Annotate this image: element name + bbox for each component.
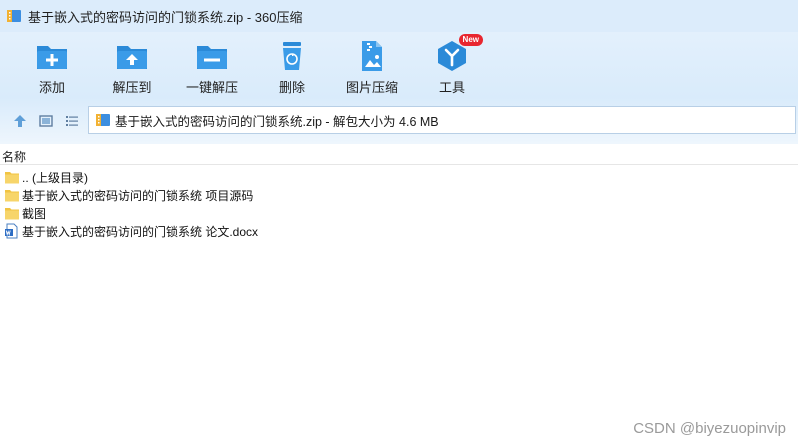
window-title: 基于嵌入式的密码访问的门锁系统.zip - 360压缩: [28, 9, 303, 25]
column-name-header[interactable]: 名称: [2, 148, 26, 165]
file-name: 基于嵌入式的密码访问的门锁系统 论文.docx: [22, 224, 259, 239]
image-compress-label: 图片压缩: [345, 80, 398, 95]
thumbnail-view-icon[interactable]: [38, 113, 54, 129]
folder-icon: [4, 205, 20, 221]
file-name: 截图: [22, 206, 47, 221]
image-compress-button[interactable]: 图片压缩: [334, 40, 410, 96]
file-name: 基于嵌入式的密码访问的门锁系统 项目源码: [22, 188, 254, 203]
up-arrow-icon[interactable]: [12, 113, 28, 129]
delete-icon: [275, 40, 309, 72]
one-click-extract-label: 一键解压: [185, 80, 238, 95]
tools-icon: New: [435, 34, 483, 72]
extract-to-label: 解压到: [112, 80, 152, 95]
list-item[interactable]: .. (上级目录): [0, 168, 798, 186]
file-list: .. (上级目录) 基于嵌入式的密码访问的门锁系统 项目源码 截图 基于嵌入式的…: [0, 168, 798, 240]
archive-icon: [95, 112, 111, 128]
list-item[interactable]: 基于嵌入式的密码访问的门锁系统 项目源码: [0, 186, 798, 204]
path-field[interactable]: 基于嵌入式的密码访问的门锁系统.zip - 解包大小为 4.6 MB: [88, 106, 796, 134]
image-compress-icon: [355, 40, 389, 72]
delete-label: 删除: [278, 80, 305, 95]
column-header: 名称: [0, 146, 798, 165]
archive-icon: [6, 8, 22, 24]
address-bar: 基于嵌入式的密码访问的门锁系统.zip - 解包大小为 4.6 MB: [0, 98, 798, 144]
list-view-icon[interactable]: [64, 113, 80, 129]
tools-label: 工具: [438, 80, 465, 95]
new-badge: New: [458, 34, 483, 46]
word-doc-icon: [4, 223, 20, 239]
add-button[interactable]: 添加: [14, 40, 90, 96]
add-icon: [35, 40, 69, 72]
watermark: CSDN @biyezuopinvip: [633, 420, 786, 437]
file-name: .. (上级目录): [22, 170, 88, 185]
tools-button[interactable]: New 工具: [414, 34, 490, 96]
folder-icon: [4, 169, 20, 185]
one-click-extract-button[interactable]: 一键解压: [174, 40, 250, 96]
path-text: 基于嵌入式的密码访问的门锁系统.zip - 解包大小为 4.6 MB: [115, 114, 439, 129]
list-item[interactable]: 基于嵌入式的密码访问的门锁系统 论文.docx: [0, 222, 798, 240]
one-click-extract-icon: [195, 40, 229, 72]
toolbar: 添加 解压到 一键解压 删除 图片压缩 New 工具: [0, 32, 798, 98]
folder-icon: [4, 187, 20, 203]
add-label: 添加: [38, 80, 65, 95]
delete-button[interactable]: 删除: [254, 40, 330, 96]
list-item[interactable]: 截图: [0, 204, 798, 222]
extract-to-button[interactable]: 解压到: [94, 40, 170, 96]
extract-to-icon: [115, 40, 149, 72]
title-bar: 基于嵌入式的密码访问的门锁系统.zip - 360压缩: [0, 0, 798, 32]
